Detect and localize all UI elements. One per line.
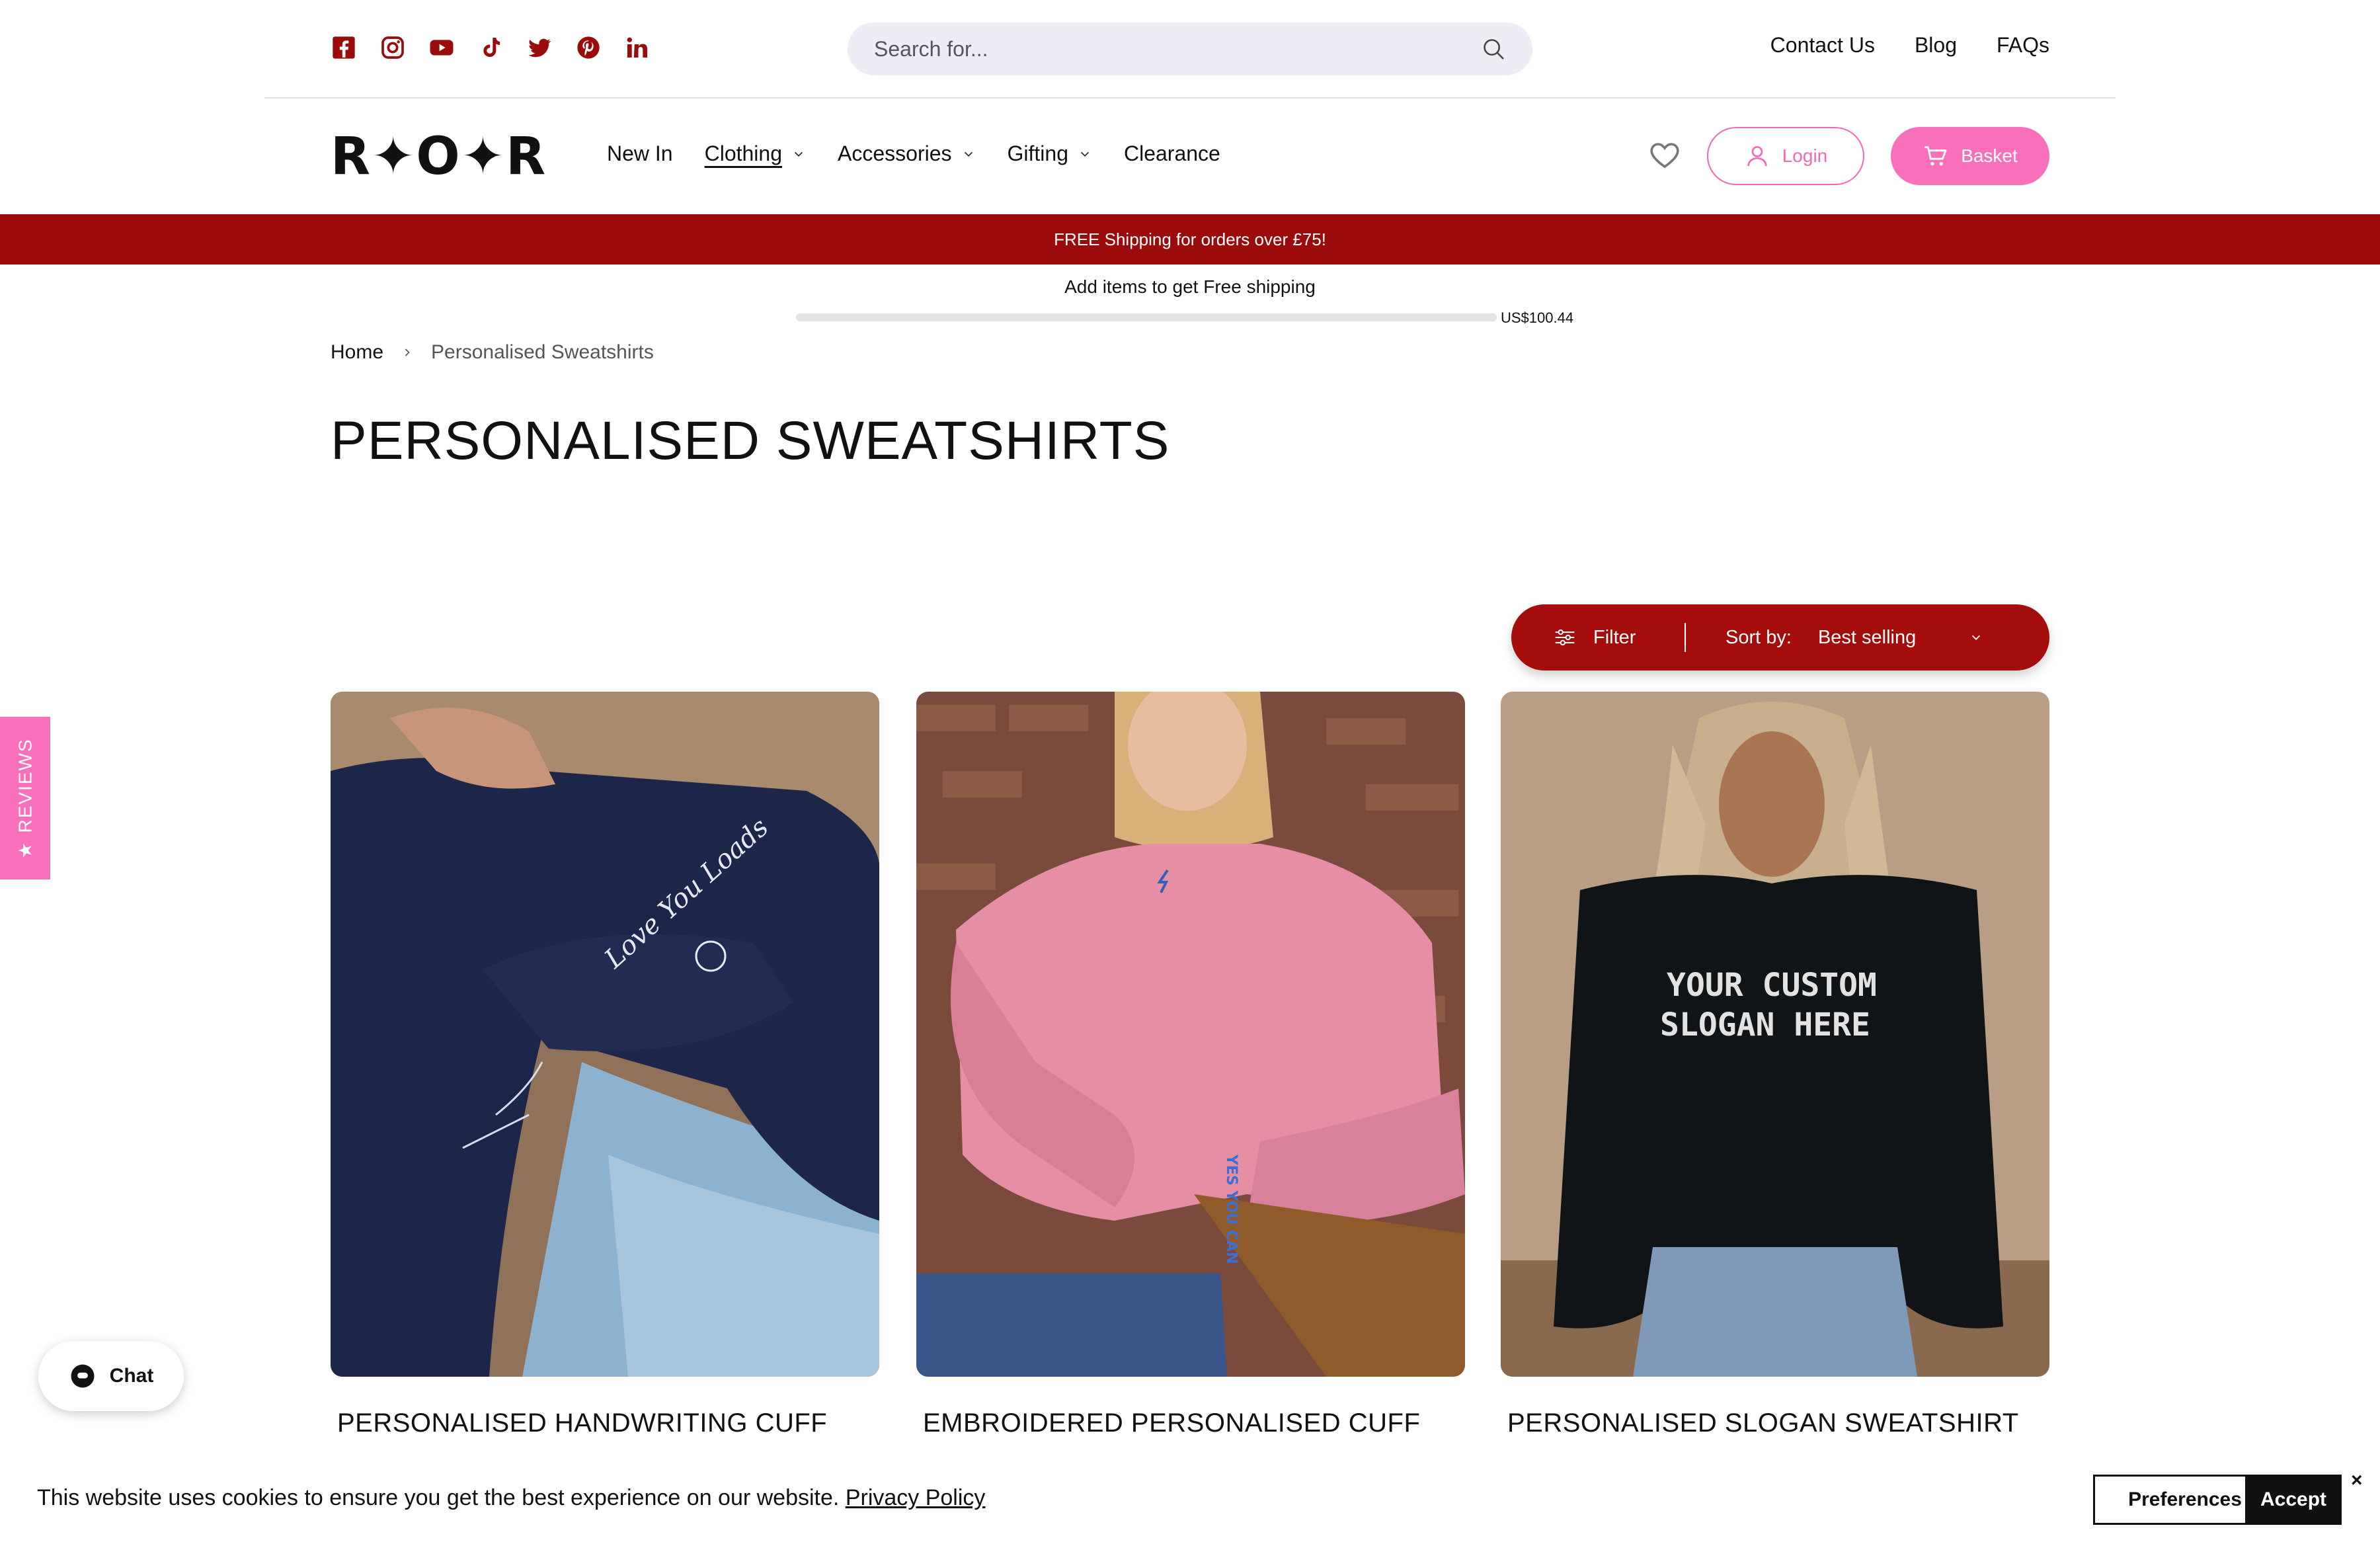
product-card[interactable]: YOUR CUSTOM SLOGAN HERE PERSONALISED SLO… — [1501, 692, 2049, 1438]
search-bar — [848, 22, 1532, 75]
basket-button[interactable]: Basket — [1891, 127, 2049, 185]
twitter-icon[interactable] — [526, 34, 553, 61]
product-title[interactable]: PERSONALISED HANDWRITING CUFF — [337, 1408, 879, 1438]
heart-icon[interactable] — [1649, 140, 1681, 169]
free-shipping-message: Add items to get Free shipping — [1064, 276, 1316, 297]
contact-us-link[interactable]: Contact Us — [1770, 33, 1875, 58]
login-button[interactable]: Login — [1707, 127, 1864, 185]
header-divider — [264, 97, 2116, 99]
product-image[interactable]: Love You Loads — [331, 692, 879, 1377]
chevron-down-icon — [1080, 151, 1090, 157]
sort-value: Best selling — [1817, 626, 1917, 648]
slogan-line-1: YOUR CUSTOM — [1667, 967, 1877, 1004]
nav-item-label: Clearance — [1123, 142, 1220, 165]
basket-label: Basket — [1961, 145, 2018, 166]
nav-item-label: New In — [607, 142, 673, 165]
youtube-icon[interactable] — [428, 34, 455, 61]
nav-item-gifting[interactable]: Gifting — [1008, 142, 1092, 166]
chat-button[interactable]: Chat — [38, 1341, 184, 1411]
nav-item-clothing[interactable]: Clothing — [705, 142, 806, 166]
cookie-text: This website uses cookies to ensure you … — [37, 1485, 840, 1510]
chevron-down-icon — [794, 151, 803, 157]
cookie-banner: This website uses cookies to ensure you … — [0, 1461, 2380, 1546]
shipping-progress-bar — [796, 313, 1497, 321]
cuff-embroidery: YES YOU CAN — [1223, 1154, 1240, 1264]
close-icon[interactable]: × — [2351, 1469, 2363, 1492]
tiktok-icon[interactable] — [477, 34, 504, 61]
faqs-link[interactable]: FAQs — [1997, 33, 2049, 58]
main-nav: New In Clothing Accessories Gifting Clea… — [607, 142, 1252, 166]
top-links: Contact Us Blog FAQs — [1770, 33, 2049, 58]
nav-item-label: Clothing — [704, 142, 782, 165]
facebook-icon[interactable] — [331, 34, 357, 61]
reviews-tab[interactable]: ★ REVIEWS — [0, 717, 50, 879]
banner-text: FREE Shipping for orders over £75! — [1054, 229, 1326, 249]
sort-select[interactable]: Sort by: Best selling — [1686, 627, 2049, 649]
filter-button[interactable]: Filter — [1511, 625, 1685, 650]
product-title[interactable]: EMBROIDERED PERSONALISED CUFF — [923, 1408, 1465, 1438]
search-icon[interactable] — [1481, 36, 1506, 61]
product-title[interactable]: PERSONALISED SLOGAN SWEATSHIRT — [1507, 1408, 2049, 1438]
breadcrumb-current: Personalised Sweatshirts — [431, 341, 654, 363]
search-input[interactable] — [874, 36, 1481, 61]
instagram-icon[interactable] — [379, 34, 406, 61]
nav-item-label: Gifting — [1007, 142, 1068, 165]
user-icon — [1747, 146, 1767, 167]
nav-item-label: Accessories — [838, 142, 952, 165]
breadcrumb: Home Personalised Sweatshirts — [331, 341, 654, 364]
product-card[interactable]: Love You Loads PERSONALISED HANDWRITING … — [331, 692, 879, 1438]
chevron-right-icon — [405, 348, 410, 356]
login-label: Login — [1782, 145, 1828, 166]
pinterest-icon[interactable] — [575, 34, 602, 61]
linkedin-icon[interactable] — [624, 34, 651, 61]
nav-item-accessories[interactable]: Accessories — [838, 142, 976, 166]
star-icon: ★ — [15, 840, 36, 859]
chevron-down-icon — [1971, 635, 1981, 641]
shipping-banner: FREE Shipping for orders over £75! — [0, 214, 2380, 264]
nav-item-new-in[interactable]: New In — [607, 142, 673, 166]
reviews-label: REVIEWS — [15, 737, 35, 833]
cookie-message: This website uses cookies to ensure you … — [37, 1485, 985, 1511]
sliders-icon — [1555, 629, 1575, 646]
logo[interactable]: R✦O✦R — [331, 127, 547, 186]
page-title: PERSONALISED SWEATSHIRTS — [331, 411, 1170, 471]
chevron-down-icon — [964, 151, 972, 157]
chat-icon — [71, 1364, 95, 1388]
filter-label: Filter — [1593, 626, 1636, 648]
privacy-policy-link[interactable]: Privacy Policy — [846, 1485, 986, 1510]
breadcrumb-home[interactable]: Home — [331, 341, 383, 364]
shipping-threshold-amount: US$100.44 — [1501, 309, 1574, 326]
cart-icon — [1924, 146, 1947, 166]
accept-button[interactable]: Accept — [2245, 1475, 2342, 1525]
slogan-line-2: SLOGAN HERE — [1660, 1006, 1870, 1043]
product-card[interactable]: YES YOU CAN EMBROIDERED PERSONALISED CUF… — [916, 692, 1465, 1438]
filter-sort-bar: Filter Sort by: Best selling — [1511, 604, 2049, 671]
sort-label: Sort by: — [1726, 626, 1792, 648]
product-image[interactable]: YOUR CUSTOM SLOGAN HERE — [1501, 692, 2049, 1377]
product-image[interactable]: YES YOU CAN — [916, 692, 1465, 1377]
chat-label: Chat — [109, 1365, 154, 1387]
blog-link[interactable]: Blog — [1915, 33, 1957, 58]
social-links — [331, 34, 651, 61]
nav-item-clearance[interactable]: Clearance — [1124, 142, 1220, 166]
